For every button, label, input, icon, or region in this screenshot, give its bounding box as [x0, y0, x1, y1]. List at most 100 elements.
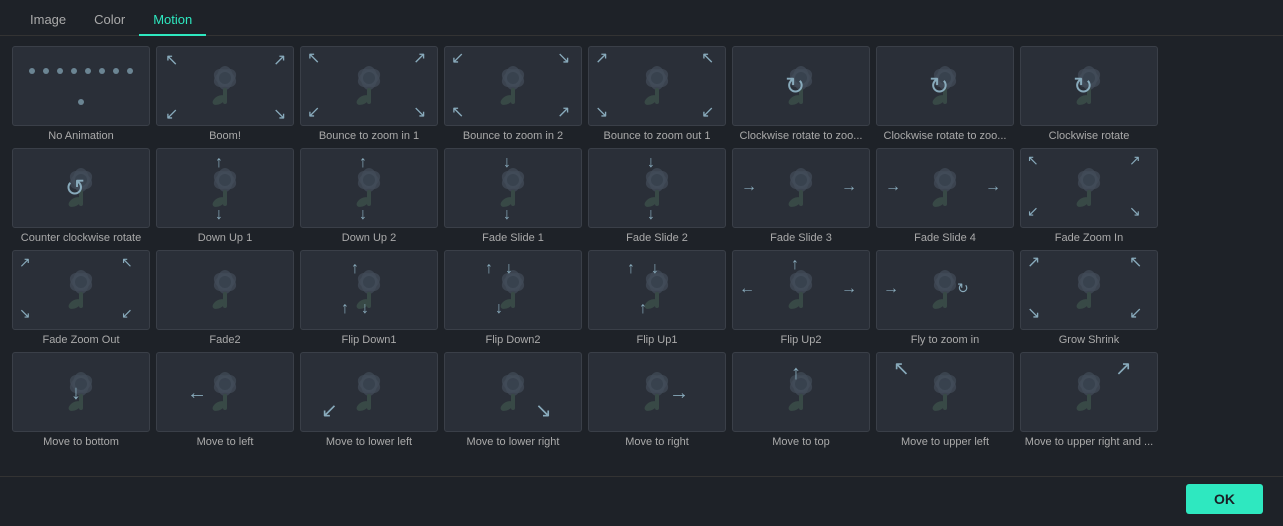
animation-label-flip-down1: Flip Down1 [300, 334, 438, 346]
animation-item-fade-slide-3[interactable]: →→ Fade Slide 3 [732, 148, 870, 244]
animation-thumb-move-upper-left: ↖ [876, 352, 1014, 432]
animation-label-cw-rotate-zoo-1: Clockwise rotate to zoo... [732, 130, 870, 142]
animation-label-flip-up2: Flip Up2 [732, 334, 870, 346]
animation-thumb-fade-slide-3: →→ [732, 148, 870, 228]
animation-thumb-bounce-zoom-in-2: ↙↘↖↗ [444, 46, 582, 126]
animation-thumb-no-animation [12, 46, 150, 126]
animation-item-bounce-zoom-in-1[interactable]: ↖↗↙↘ Bounce to zoom in 1 [300, 46, 438, 142]
animation-label-down-up-2: Down Up 2 [300, 232, 438, 244]
animation-item-boom[interactable]: ↖↗↙↘ Boom! [156, 46, 294, 142]
animation-label-no-animation: No Animation [12, 130, 150, 142]
animation-item-fade-slide-2[interactable]: ↓↓Fade Slide 2 [588, 148, 726, 244]
animation-label-fade-slide-3: Fade Slide 3 [732, 232, 870, 244]
animation-item-bounce-zoom-out-1[interactable]: ↗↖↘↙ Bounce to zoom out 1 [588, 46, 726, 142]
animation-item-fade-zoom-in[interactable]: ↖↗↙↘ Fade Zoom In [1020, 148, 1158, 244]
animation-label-move-lower-left: Move to lower left [300, 436, 438, 448]
animation-item-flip-down1[interactable]: ↑↑↓ Flip Down1 [300, 250, 438, 346]
animation-thumb-fade-zoom-out: ↗↖↘↙ [12, 250, 150, 330]
animation-label-move-lower-right: Move to lower right [444, 436, 582, 448]
animation-thumb-move-right: → [588, 352, 726, 432]
animation-thumb-flip-down2: ↓↑↓ [444, 250, 582, 330]
bottom-bar: OK [0, 476, 1283, 520]
animation-item-bounce-zoom-in-2[interactable]: ↙↘↖↗ Bounce to zoom in 2 [444, 46, 582, 142]
animation-item-move-lower-left[interactable]: ↙ Move to lower left [300, 352, 438, 448]
animation-label-flip-down2: Flip Down2 [444, 334, 582, 346]
animation-thumb-bounce-zoom-out-1: ↗↖↘↙ [588, 46, 726, 126]
animation-thumb-down-up-1: ↑↓ [156, 148, 294, 228]
animation-item-fade-slide-1[interactable]: ↓↓ Fade Slide 1 [444, 148, 582, 244]
animation-label-ccw-rotate: Counter clockwise rotate [12, 232, 150, 244]
animation-thumb-cw-rotate: ↻ [1020, 46, 1158, 126]
animation-thumb-fade-zoom-in: ↖↗↙↘ [1020, 148, 1158, 228]
animation-item-fade-zoom-out[interactable]: ↗↖↘↙ Fade Zoom Out [12, 250, 150, 346]
tab-motion[interactable]: Motion [139, 6, 206, 35]
animation-item-move-lower-right[interactable]: ↘ Move to lower right [444, 352, 582, 448]
animation-item-cw-rotate[interactable]: ↻ Clockwise rotate [1020, 46, 1158, 142]
animation-label-bounce-zoom-out-1: Bounce to zoom out 1 [588, 130, 726, 142]
tab-bar: Image Color Motion [0, 0, 1283, 36]
animation-item-move-bottom[interactable]: ↓ Move to bottom [12, 352, 150, 448]
animation-item-move-top[interactable]: ↑ Move to top [732, 352, 870, 448]
animation-label-move-left: Move to left [156, 436, 294, 448]
animation-thumb-boom: ↖↗↙↘ [156, 46, 294, 126]
animation-thumb-fade2 [156, 250, 294, 330]
animation-thumb-bounce-zoom-in-1: ↖↗↙↘ [300, 46, 438, 126]
animation-item-move-left[interactable]: ← Move to left [156, 352, 294, 448]
animation-label-fade-slide-1: Fade Slide 1 [444, 232, 582, 244]
animation-item-grow-shrink[interactable]: ↗↖↘↙ Grow Shrink [1020, 250, 1158, 346]
animation-item-cw-rotate-zoo-1[interactable]: ↻ Clockwise rotate to zoo... [732, 46, 870, 142]
animation-item-move-right[interactable]: → Move to right [588, 352, 726, 448]
animation-label-bounce-zoom-in-2: Bounce to zoom in 2 [444, 130, 582, 142]
animation-thumb-flip-down1: ↑↑↓ [300, 250, 438, 330]
animation-thumb-flip-up2: ←↑→ [732, 250, 870, 330]
animation-thumb-cw-rotate-zoo-1: ↻ [732, 46, 870, 126]
animation-item-flip-down2[interactable]: ↓↑↓ Flip Down2 [444, 250, 582, 346]
animation-thumb-grow-shrink: ↗↖↘↙ [1020, 250, 1158, 330]
animation-item-cw-rotate-zoo-2[interactable]: ↻ Clockwise rotate to zoo... [876, 46, 1014, 142]
animation-label-fade-slide-2: Fade Slide 2 [588, 232, 726, 244]
animation-label-fly-zoom-in: Fly to zoom in [876, 334, 1014, 346]
animation-item-fade-slide-4[interactable]: →→ Fade Slide 4 [876, 148, 1014, 244]
animation-item-fade2[interactable]: Fade2 [156, 250, 294, 346]
animation-label-move-bottom: Move to bottom [12, 436, 150, 448]
animation-label-bounce-zoom-in-1: Bounce to zoom in 1 [300, 130, 438, 142]
animation-item-flip-up2[interactable]: ←↑→ Flip Up2 [732, 250, 870, 346]
animation-label-move-upper-right: Move to upper right and ... [1020, 436, 1158, 448]
animation-item-no-animation[interactable]: No Animation [12, 46, 150, 142]
animation-thumb-fade-slide-4: →→ [876, 148, 1014, 228]
animation-label-grow-shrink: Grow Shrink [1020, 334, 1158, 346]
tab-color[interactable]: Color [80, 6, 139, 35]
animation-thumb-move-lower-left: ↙ [300, 352, 438, 432]
animation-label-fade-zoom-out: Fade Zoom Out [12, 334, 150, 346]
tab-image[interactable]: Image [16, 6, 80, 35]
animation-grid: No Animation ↖↗↙↘Boom! ↖↗↙↘Bounce to zoo… [0, 36, 1283, 476]
animation-label-cw-rotate: Clockwise rotate [1020, 130, 1158, 142]
animation-label-move-upper-left: Move to upper left [876, 436, 1014, 448]
animation-thumb-move-upper-right: ↗ [1020, 352, 1158, 432]
animation-item-down-up-1[interactable]: ↑↓Down Up 1 [156, 148, 294, 244]
animation-thumb-flip-up1: ↑↓↑ [588, 250, 726, 330]
animation-label-fade-zoom-in: Fade Zoom In [1020, 232, 1158, 244]
ok-button[interactable]: OK [1186, 484, 1263, 514]
animation-thumb-move-top: ↑ [732, 352, 870, 432]
animation-thumb-down-up-2: ↑↓ [300, 148, 438, 228]
animation-item-move-upper-left[interactable]: ↖ Move to upper left [876, 352, 1014, 448]
animation-item-move-upper-right[interactable]: ↗ Move to upper right and ... [1020, 352, 1158, 448]
animation-label-cw-rotate-zoo-2: Clockwise rotate to zoo... [876, 130, 1014, 142]
animation-item-fly-zoom-in[interactable]: →↻ Fly to zoom in [876, 250, 1014, 346]
animation-label-boom: Boom! [156, 130, 294, 142]
animation-thumb-fly-zoom-in: →↻ [876, 250, 1014, 330]
animation-item-ccw-rotate[interactable]: ↺ Counter clockwise rotate [12, 148, 150, 244]
animation-label-move-right: Move to right [588, 436, 726, 448]
animation-thumb-move-lower-right: ↘ [444, 352, 582, 432]
animation-label-fade2: Fade2 [156, 334, 294, 346]
animation-thumb-move-bottom: ↓ [12, 352, 150, 432]
animation-item-flip-up1[interactable]: ↑↓↑Flip Up1 [588, 250, 726, 346]
animation-thumb-move-left: ← [156, 352, 294, 432]
animation-label-fade-slide-4: Fade Slide 4 [876, 232, 1014, 244]
animation-label-move-top: Move to top [732, 436, 870, 448]
animation-thumb-ccw-rotate: ↺ [12, 148, 150, 228]
animation-thumb-fade-slide-1: ↓↓ [444, 148, 582, 228]
animation-item-down-up-2[interactable]: ↑↓ Down Up 2 [300, 148, 438, 244]
animation-thumb-cw-rotate-zoo-2: ↻ [876, 46, 1014, 126]
